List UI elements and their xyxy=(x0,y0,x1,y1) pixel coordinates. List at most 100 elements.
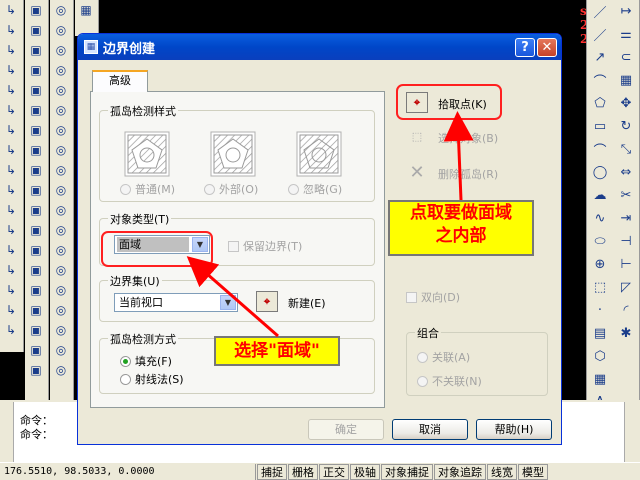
block-icon[interactable]: ⬚ xyxy=(587,276,613,299)
polygon-icon[interactable]: ⬠ xyxy=(587,92,613,115)
solid-icon[interactable]: ◎ xyxy=(50,120,72,140)
array-icon[interactable]: ▦ xyxy=(613,69,639,92)
cube-icon[interactable]: ▣ xyxy=(25,340,47,360)
cube-icon[interactable]: ▣ xyxy=(25,100,47,120)
cube-icon[interactable]: ▣ xyxy=(25,300,47,320)
cloud-icon[interactable]: ☁ xyxy=(587,184,613,207)
solid-icon[interactable]: ◎ xyxy=(50,360,72,380)
solid-icon[interactable]: ◎ xyxy=(50,140,72,160)
trim-icon[interactable]: ✂ xyxy=(613,184,639,207)
table-icon[interactable]: ▦ xyxy=(587,368,613,391)
command-window-handle[interactable] xyxy=(0,402,14,462)
polyline-icon[interactable]: ⌒ xyxy=(587,69,613,92)
cube-icon[interactable]: ▣ xyxy=(25,120,47,140)
cube-icon[interactable]: ▣ xyxy=(25,0,47,20)
cube-icon[interactable]: ▣ xyxy=(25,180,47,200)
help-title-button[interactable]: ? xyxy=(515,38,535,57)
region-icon[interactable]: ⬡ xyxy=(587,345,613,368)
solid-icon[interactable]: ◎ xyxy=(50,20,72,40)
island-normal-radio[interactable]: 普通(M) xyxy=(120,181,175,197)
extend-icon[interactable]: ⇥ xyxy=(613,207,639,230)
solid-icon[interactable]: ◎ xyxy=(50,200,72,220)
cube-icon[interactable]: ▣ xyxy=(25,240,47,260)
offset-icon[interactable]: ⊂ xyxy=(613,46,639,69)
solid-icon[interactable]: ◎ xyxy=(50,320,72,340)
fillet-icon[interactable]: ◜ xyxy=(613,299,639,322)
ucs-icon[interactable]: ↳ xyxy=(0,140,22,160)
detect-fill-radio[interactable]: 填充(F) xyxy=(120,353,172,369)
dialog-titlebar[interactable]: ▦ 边界创建 xyxy=(78,34,561,60)
mirror-icon[interactable]: ⚌ xyxy=(613,23,639,46)
arc-icon[interactable]: ⌒ xyxy=(587,138,613,161)
scale-icon[interactable]: ⤡ xyxy=(613,138,639,161)
ucs-icon[interactable]: ↳ xyxy=(0,200,22,220)
otrack-toggle[interactable]: 对象追踪 xyxy=(434,463,486,480)
select-objects-button[interactable]: ⬚ xyxy=(406,126,428,147)
help-button[interactable]: 帮助(H) xyxy=(476,419,552,440)
ucs-icon[interactable]: ↳ xyxy=(0,40,22,60)
ucs-icon[interactable]: ↳ xyxy=(0,180,22,200)
cube-icon[interactable]: ▣ xyxy=(25,40,47,60)
solid-icon[interactable]: ◎ xyxy=(50,80,72,100)
tab-advanced[interactable]: 高级 xyxy=(92,70,148,92)
join-icon[interactable]: ⊢ xyxy=(613,253,639,276)
ucs-icon[interactable]: ↳ xyxy=(0,120,22,140)
point-icon[interactable]: · xyxy=(587,299,613,322)
chamfer-icon[interactable]: ◸ xyxy=(613,276,639,299)
cube-icon[interactable]: ▣ xyxy=(25,280,47,300)
cube-icon[interactable]: ▣ xyxy=(25,20,47,40)
dimension-icon[interactable]: ↦ xyxy=(613,0,639,23)
command-prompt-line[interactable]: 命令： xyxy=(20,426,53,442)
solid-icon[interactable]: ◎ xyxy=(50,40,72,60)
osnap-toggle[interactable]: 对象捕捉 xyxy=(381,463,433,480)
chevron-down-icon[interactable]: ▼ xyxy=(220,295,236,310)
solid-icon[interactable]: ◎ xyxy=(50,300,72,320)
circle-icon[interactable]: ◯ xyxy=(587,161,613,184)
solid-icon[interactable]: ◎ xyxy=(50,340,72,360)
polar-toggle[interactable]: 极轴 xyxy=(350,463,380,480)
break-icon[interactable]: ⊣ xyxy=(613,230,639,253)
bidirectional-checkbox[interactable]: 双向(D) xyxy=(406,289,460,305)
grid-icon[interactable]: ▦ xyxy=(75,0,97,20)
close-icon[interactable]: ✕ xyxy=(537,38,557,57)
associative-radio[interactable]: 关联(A) xyxy=(417,349,470,365)
move-icon[interactable]: ✥ xyxy=(613,92,639,115)
island-ignore-radio[interactable]: 忽略(G) xyxy=(288,181,342,197)
spline-icon[interactable]: ∿ xyxy=(587,207,613,230)
cube-icon[interactable]: ▣ xyxy=(25,160,47,180)
solid-icon[interactable]: ◎ xyxy=(50,0,72,20)
stretch-icon[interactable]: ⇔ xyxy=(613,161,639,184)
solid-icon[interactable]: ◎ xyxy=(50,220,72,240)
remove-islands-button[interactable]: ✕ xyxy=(406,162,428,183)
ucs-icon[interactable]: ↳ xyxy=(0,60,22,80)
cube-icon[interactable]: ▣ xyxy=(25,260,47,280)
keep-boundary-checkbox[interactable]: 保留边界(T) xyxy=(228,238,302,254)
cancel-button[interactable]: 取消 xyxy=(392,419,468,440)
non-associative-radio[interactable]: 不关联(N) xyxy=(417,373,482,389)
snap-toggle[interactable]: 捕捉 xyxy=(257,463,287,480)
boundary-set-select[interactable]: 当前视口 ▼ xyxy=(114,293,238,312)
cube-icon[interactable]: ▣ xyxy=(25,360,47,380)
ucs-icon[interactable]: ↳ xyxy=(0,240,22,260)
ortho-toggle[interactable]: 正交 xyxy=(319,463,349,480)
command-scrollbar[interactable] xyxy=(624,402,640,462)
ucs-icon[interactable]: ↳ xyxy=(0,160,22,180)
ucs-icon[interactable]: ↳ xyxy=(0,280,22,300)
xline-icon[interactable]: ↗ xyxy=(587,46,613,69)
ucs-icon[interactable]: ↳ xyxy=(0,300,22,320)
solid-icon[interactable]: ◎ xyxy=(50,240,72,260)
detect-ray-radio[interactable]: 射线法(S) xyxy=(120,371,184,387)
lineweight-toggle[interactable]: 线宽 xyxy=(487,463,517,480)
ucs-icon[interactable]: ↳ xyxy=(0,260,22,280)
cube-icon[interactable]: ▣ xyxy=(25,320,47,340)
rotate-icon[interactable]: ↻ xyxy=(613,115,639,138)
line-icon[interactable]: ／ xyxy=(587,23,613,46)
ucs-icon[interactable]: ↳ xyxy=(0,80,22,100)
ucs-icon[interactable]: ↳ xyxy=(0,0,22,20)
solid-icon[interactable]: ◎ xyxy=(50,60,72,80)
hatch-icon[interactable]: ▤ xyxy=(587,322,613,345)
cube-icon[interactable]: ▣ xyxy=(25,60,47,80)
insert-icon[interactable]: ⊕ xyxy=(587,253,613,276)
new-boundary-set-button[interactable]: ⌖ xyxy=(256,291,278,312)
model-toggle[interactable]: 模型 xyxy=(518,463,548,480)
